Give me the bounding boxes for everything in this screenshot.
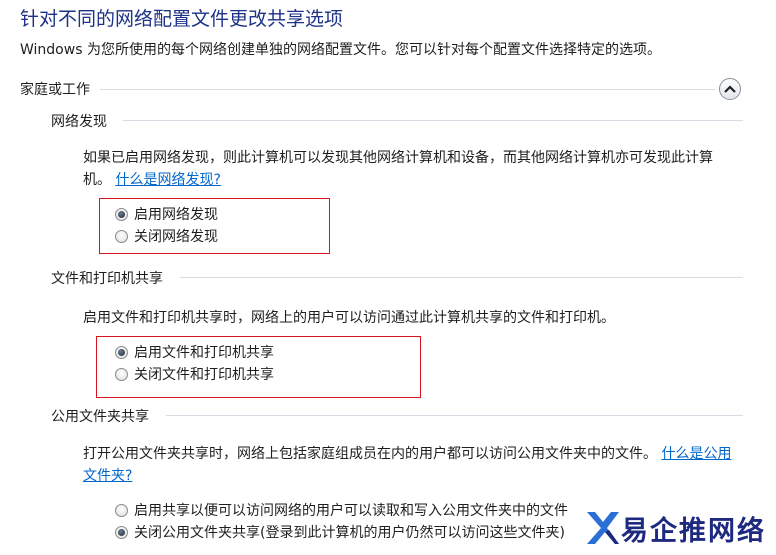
chevron-up-icon [724, 85, 736, 93]
watermark: 易企推网络 [585, 508, 766, 548]
radio-disable-public-folder-sharing[interactable]: 关闭公用文件夹共享(登录到此计算机的用户仍然可以访问这些文件夹) [115, 522, 565, 542]
file-printer-sharing-divider [180, 277, 743, 278]
radio-enable-network-discovery[interactable]: 启用网络发现 [115, 204, 218, 224]
public-folder-sharing-divider [166, 415, 743, 416]
network-discovery-description: 如果已启用网络发现，则此计算机可以发现其他网络计算机和设备，而其他网络计算机亦可… [83, 150, 713, 188]
network-discovery-divider [123, 120, 743, 121]
radio-button-checked[interactable] [115, 207, 128, 221]
radio-button[interactable] [115, 367, 128, 381]
radio-label: 关闭文件和打印机共享 [134, 367, 274, 383]
section-header-home-work: 家庭或工作 [20, 82, 90, 98]
file-printer-sharing-title: 文件和打印机共享 [51, 271, 163, 287]
network-discovery-title: 网络发现 [51, 114, 107, 130]
radio-label: 启用文件和打印机共享 [134, 345, 274, 361]
page-subtitle: Windows 为您所使用的每个网络创建单独的网络配置文件。您可以针对每个配置文… [20, 42, 661, 58]
watermark-text: 易企推网络 [621, 515, 766, 547]
radio-label: 关闭公用文件夹共享(登录到此计算机的用户仍然可以访问这些文件夹) [134, 525, 565, 541]
public-folder-sharing-description: 打开公用文件夹共享时，网络上包括家庭组成员在内的用户都可以访问公用文件夹中的文件… [83, 446, 732, 484]
section-collapse-button[interactable] [719, 78, 741, 100]
radio-button[interactable] [115, 229, 128, 243]
page-title: 针对不同的网络配置文件更改共享选项 [20, 8, 344, 30]
public-folder-sharing-title: 公用文件夹共享 [51, 409, 149, 425]
radio-enable-public-folder-sharing[interactable]: 启用共享以便可以访问网络的用户可以读取和写入公用文件夹中的文件 [115, 500, 568, 520]
network-discovery-help-link[interactable]: 什么是网络发现? [115, 172, 220, 188]
radio-enable-file-printer-sharing[interactable]: 启用文件和打印机共享 [115, 342, 274, 362]
radio-label: 启用网络发现 [134, 207, 218, 223]
radio-label: 启用共享以便可以访问网络的用户可以读取和写入公用文件夹中的文件 [134, 503, 568, 519]
file-printer-sharing-description: 启用文件和打印机共享时，网络上的用户可以访问通过此计算机共享的文件和打印机。 [83, 310, 615, 326]
radio-disable-network-discovery[interactable]: 关闭网络发现 [115, 226, 218, 246]
radio-button-checked[interactable] [115, 525, 128, 539]
radio-disable-file-printer-sharing[interactable]: 关闭文件和打印机共享 [115, 364, 274, 384]
radio-button-checked[interactable] [115, 345, 128, 359]
radio-button[interactable] [115, 503, 128, 517]
radio-label: 关闭网络发现 [134, 229, 218, 245]
x-logo-icon [587, 512, 619, 544]
section-divider [100, 89, 715, 90]
